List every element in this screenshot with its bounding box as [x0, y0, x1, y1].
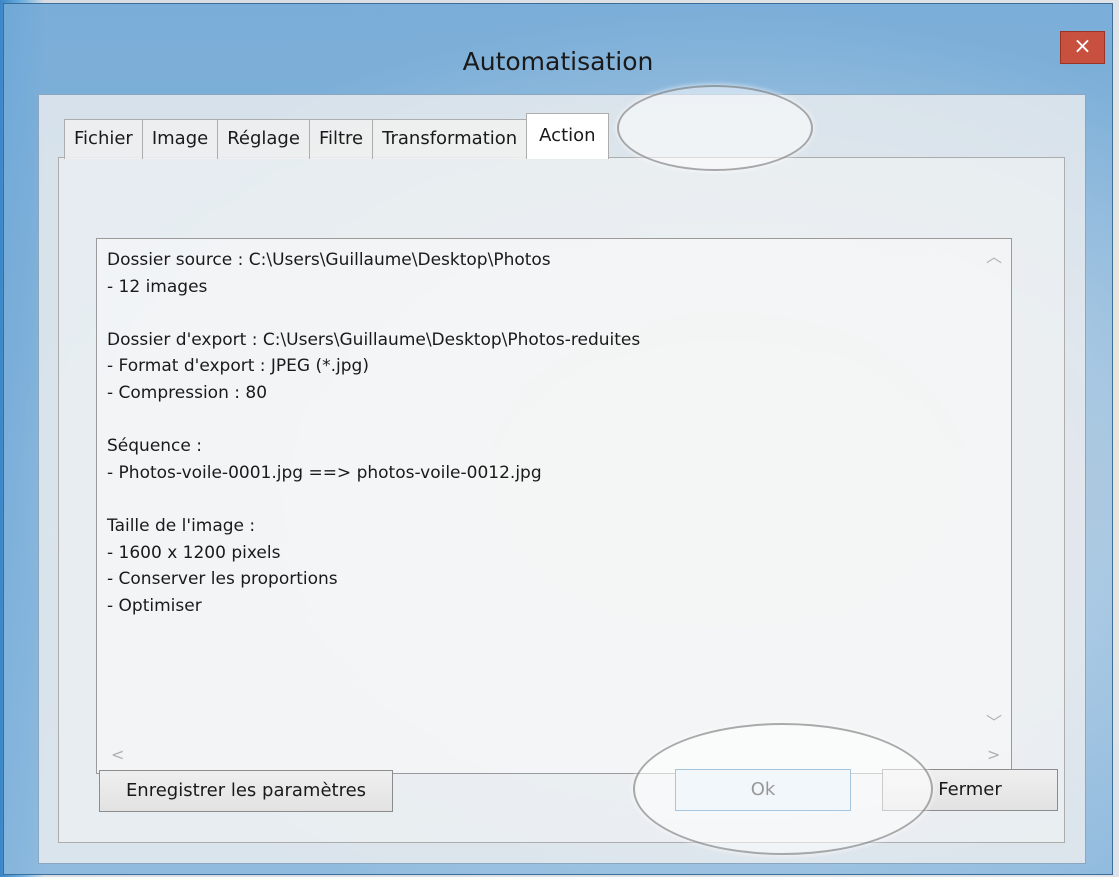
- tab-action[interactable]: Action: [526, 113, 609, 159]
- dialog-client-area: Fichier Image Réglage Filtre Transformat…: [38, 85, 1086, 864]
- summary-textbox[interactable]: Dossier source : C:\Users\Guillaume\Desk…: [96, 238, 1012, 774]
- summary-line: - Photos-voile-0001.jpg ==> photos-voile…: [107, 462, 542, 483]
- horizontal-scrollbar[interactable]: < >: [97, 739, 1011, 773]
- save-settings-button[interactable]: Enregistrer les paramètres: [99, 770, 393, 812]
- tab-strip: Fichier Image Réglage Filtre Transformat…: [64, 113, 609, 159]
- automation-dialog: Automatisation × Fichier Image Réglage F…: [3, 3, 1113, 875]
- tab-transformation[interactable]: Transformation: [372, 119, 528, 159]
- tab-image[interactable]: Image: [141, 119, 219, 159]
- summary-line: - Compression : 80: [107, 382, 268, 403]
- tab-reglage[interactable]: Réglage: [217, 119, 310, 159]
- scroll-up-icon[interactable]: ︿: [986, 243, 1002, 267]
- summary-line: Taille de l'image :: [107, 515, 256, 536]
- scroll-down-icon[interactable]: ﹀: [986, 709, 1002, 733]
- summary-line: - 12 images: [107, 276, 208, 297]
- summary-line: [107, 407, 971, 434]
- summary-line: [107, 486, 971, 513]
- tab-filtre[interactable]: Filtre: [308, 119, 374, 159]
- action-tab-panel: Dossier source : C:\Users\Guillaume\Desk…: [58, 157, 1065, 843]
- scroll-left-icon[interactable]: <: [111, 745, 124, 764]
- close-button[interactable]: Fermer: [882, 769, 1058, 811]
- summary-line: [107, 300, 971, 327]
- window-title: Automatisation: [462, 47, 654, 76]
- summary-line: - Optimiser: [107, 595, 202, 616]
- summary-line: - Format d'export : JPEG (*.jpg): [107, 356, 369, 377]
- vertical-scrollbar[interactable]: ︿ ﹀: [977, 239, 1011, 739]
- summary-line: Dossier source : C:\Users\Guillaume\Desk…: [107, 250, 551, 270]
- tab-fichier[interactable]: Fichier: [64, 119, 143, 159]
- title-bar[interactable]: Automatisation ×: [4, 4, 1112, 89]
- summary-line: Séquence :: [107, 436, 202, 457]
- summary-line: Dossier d'export : C:\Users\Guillaume\De…: [107, 329, 641, 350]
- summary-line: - 1600 x 1200 pixels: [107, 542, 281, 563]
- close-icon: ×: [1073, 34, 1092, 59]
- ok-button[interactable]: Ok: [675, 769, 851, 811]
- summary-text: Dossier source : C:\Users\Guillaume\Desk…: [107, 247, 971, 619]
- scroll-right-icon[interactable]: >: [987, 745, 1000, 764]
- summary-line: - Conserver les proportions: [107, 569, 338, 590]
- close-window-button[interactable]: ×: [1060, 31, 1105, 64]
